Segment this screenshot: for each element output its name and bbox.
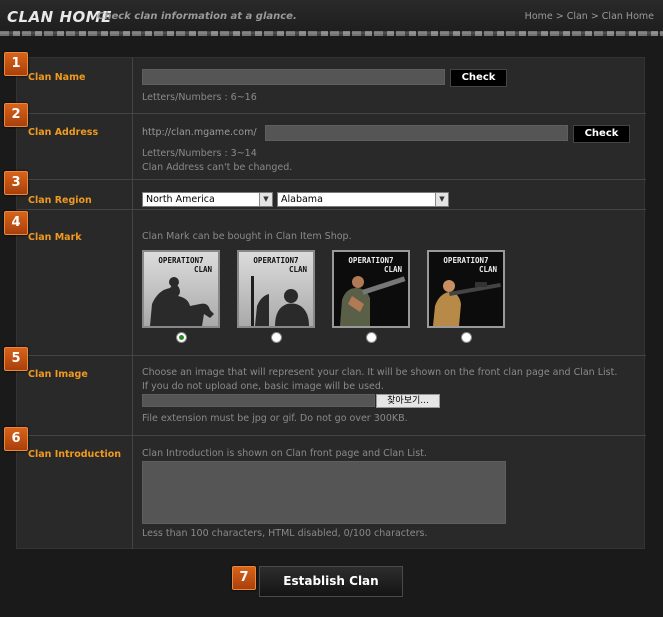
step-badge-3: 3 xyxy=(4,171,28,195)
breadcrumb-home[interactable]: Home xyxy=(525,11,553,22)
breadcrumb-clan[interactable]: Clan xyxy=(567,11,588,22)
row-clan-address: Clan Address http://clan.mgame.com/ Chec… xyxy=(17,114,646,180)
clan-introduction-counter: Less than 100 characters, HTML disabled,… xyxy=(142,528,428,539)
clan-image-hint-choose: Choose an image that will represent your… xyxy=(142,367,618,378)
clan-mark-option-4[interactable]: OPERATION7 CLAN xyxy=(427,250,505,328)
page-subtitle: Check clan information at a glance. xyxy=(97,11,297,22)
chevron-down-icon[interactable]: ▼ xyxy=(435,193,448,206)
clan-name-label: Clan Name xyxy=(28,72,86,83)
clan-image-hint-default: If you do not upload one, basic image wi… xyxy=(142,381,384,392)
clan-mark-radio-1[interactable] xyxy=(176,332,187,343)
label-cell: Clan Address xyxy=(17,114,133,179)
clan-mark-option-1[interactable]: OPERATION7 CLAN xyxy=(142,250,220,328)
row-clan-image: Clan Image Choose an image that will rep… xyxy=(17,356,646,436)
clan-address-label: Clan Address xyxy=(28,127,99,138)
label-cell: Clan Introduction xyxy=(17,436,133,549)
region-state-select[interactable]: Alabama ▼ xyxy=(277,192,449,207)
clan-image-file-input[interactable] xyxy=(142,394,375,407)
region-state-value: Alabama xyxy=(281,194,323,205)
clan-mark-radio-4[interactable] xyxy=(461,332,472,343)
browse-button[interactable]: 찾아보기... xyxy=(376,394,440,408)
breadcrumb-separator: > xyxy=(555,11,564,22)
breadcrumb-clan-home[interactable]: Clan Home xyxy=(602,11,654,22)
clan-address-prefix: http://clan.mgame.com/ xyxy=(142,127,257,138)
region-country-value: North America xyxy=(146,194,215,205)
clan-mark-hint: Clan Mark can be bought in Clan Item Sho… xyxy=(142,231,352,242)
clan-name-input[interactable] xyxy=(142,69,445,85)
label-cell: Clan Image xyxy=(17,356,133,435)
clan-mark-option-3[interactable]: OPERATION7 CLAN xyxy=(332,250,410,328)
label-cell: Clan Mark xyxy=(17,210,133,355)
row-clan-introduction: Clan Introduction Clan Introduction is s… xyxy=(17,436,646,549)
step-badge-1: 1 xyxy=(4,52,28,76)
soldier-sniper-icon xyxy=(433,280,501,326)
create-clan-form: Clan Name Check Letters/Numbers : 6~16 C… xyxy=(16,57,646,549)
breadcrumb-separator: > xyxy=(590,11,599,22)
label-cell: Clan Region xyxy=(17,180,133,209)
label-cell: Clan Name xyxy=(17,58,133,113)
clan-image-hint-format: File extension must be jpg or gif. Do no… xyxy=(142,413,408,424)
clan-mark-label: Clan Mark xyxy=(28,232,82,243)
silhouette-rifle-soldier-icon xyxy=(251,276,309,326)
clan-image-label: Clan Image xyxy=(28,369,88,380)
clan-address-check-button[interactable]: Check xyxy=(573,125,630,143)
step-badge-4: 4 xyxy=(4,211,28,235)
region-country-select[interactable]: North America ▼ xyxy=(142,192,273,207)
clan-mark-option-2[interactable]: OPERATION7 CLAN xyxy=(237,250,315,328)
clan-introduction-hint: Clan Introduction is shown on Clan front… xyxy=(142,448,427,459)
clan-mark-radio-2[interactable] xyxy=(271,332,282,343)
clan-address-input[interactable] xyxy=(265,125,568,141)
clan-introduction-label: Clan Introduction xyxy=(28,449,122,460)
clan-region-label: Clan Region xyxy=(28,195,92,206)
soldier-shotgun-icon xyxy=(340,276,406,326)
clan-address-hint-length: Letters/Numbers : 3~14 xyxy=(142,148,257,159)
row-clan-region: Clan Region North America ▼ Alabama ▼ xyxy=(17,180,646,210)
step-badge-7: 7 xyxy=(232,566,256,590)
clan-address-hint-fixed: Clan Address can't be changed. xyxy=(142,162,293,173)
clan-mark-radio-3[interactable] xyxy=(366,332,377,343)
chevron-down-icon[interactable]: ▼ xyxy=(259,193,272,206)
clan-name-hint: Letters/Numbers : 6~16 xyxy=(142,92,257,103)
step-badge-5: 5 xyxy=(4,347,28,371)
page-header: CLAN HOME Check clan information at a gl… xyxy=(0,0,663,36)
step-badge-6: 6 xyxy=(4,427,28,451)
clan-introduction-textarea[interactable] xyxy=(142,461,506,524)
silhouette-dog-soldier-icon xyxy=(150,277,214,326)
clan-name-check-button[interactable]: Check xyxy=(450,69,507,87)
establish-clan-button[interactable]: Establish Clan xyxy=(259,566,403,597)
breadcrumb: Home > Clan > Clan Home xyxy=(525,11,654,22)
header-divider xyxy=(0,31,663,36)
step-badge-2: 2 xyxy=(4,103,28,127)
row-clan-name: Clan Name Check Letters/Numbers : 6~16 xyxy=(17,58,646,114)
